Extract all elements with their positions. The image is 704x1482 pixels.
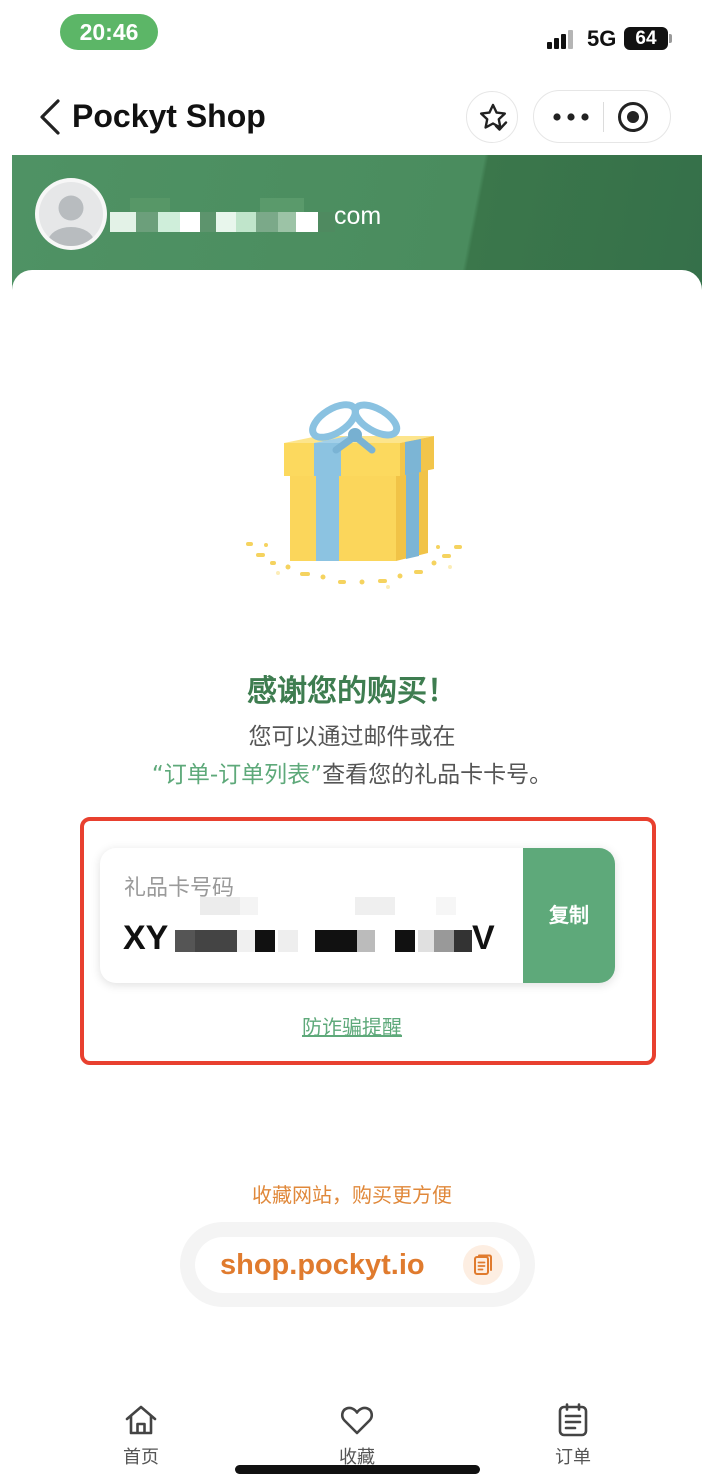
gift-card-code-suffix: V <box>472 919 495 957</box>
back-button[interactable] <box>34 96 68 138</box>
star-check-icon <box>480 103 508 131</box>
battery-nub <box>669 34 672 43</box>
tab-home[interactable]: 首页 <box>81 1395 201 1475</box>
success-message-line2: “订单-订单列表”查看您的礼品卡卡号。 <box>0 758 704 792</box>
mini-program-capsule <box>533 90 671 143</box>
tab-orders-label: 订单 <box>555 1447 591 1468</box>
capsule-divider <box>603 102 604 132</box>
email-mosaic <box>110 198 335 234</box>
site-url[interactable]: shop.pockyt.io <box>220 1245 425 1285</box>
order-list-path: “订单-订单列表” <box>151 762 323 788</box>
tab-home-label: 首页 <box>123 1447 159 1468</box>
success-message-rest: 查看您的礼品卡卡号。 <box>322 762 553 788</box>
target-icon[interactable] <box>616 100 650 134</box>
tab-favorites[interactable]: 收藏 <box>297 1395 417 1475</box>
app-screen: 20:46 5G 64 Pockyt Shop com 感谢您的购买！ 您可以通… <box>0 0 704 1482</box>
order-list-icon <box>558 1403 588 1437</box>
tab-orders[interactable]: 订单 <box>513 1395 633 1475</box>
home-icon <box>125 1405 157 1435</box>
battery-icon: 64 <box>624 27 668 50</box>
more-dots-icon[interactable] <box>548 105 596 129</box>
fraud-warning-link[interactable]: 防诈骗提醒 <box>0 1010 704 1044</box>
favorite-button[interactable] <box>466 91 518 143</box>
page-title: Pockyt Shop <box>72 98 266 134</box>
account-email: com <box>334 202 382 230</box>
signal-icon <box>547 29 579 49</box>
user-avatar-icon <box>35 178 107 250</box>
copy-code-button[interactable]: 复制 <box>523 848 615 983</box>
status-time: 20:46 <box>60 14 158 50</box>
bookmark-hint: 收藏网站，购买更方便 <box>252 1183 452 1207</box>
success-message-line1: 您可以通过邮件或在 <box>248 724 456 750</box>
gift-box-icon <box>246 401 462 589</box>
home-indicator[interactable] <box>235 1465 480 1474</box>
success-title: 感谢您的购买！ <box>247 674 457 709</box>
back-chevron-icon <box>40 99 60 135</box>
copy-icon <box>474 1254 492 1275</box>
copy-url-button[interactable] <box>463 1245 503 1285</box>
gift-card-code-box: 礼品卡号码 XY V 复制 <box>100 848 615 983</box>
network-type: 5G <box>587 26 617 51</box>
heart-icon <box>340 1406 374 1435</box>
